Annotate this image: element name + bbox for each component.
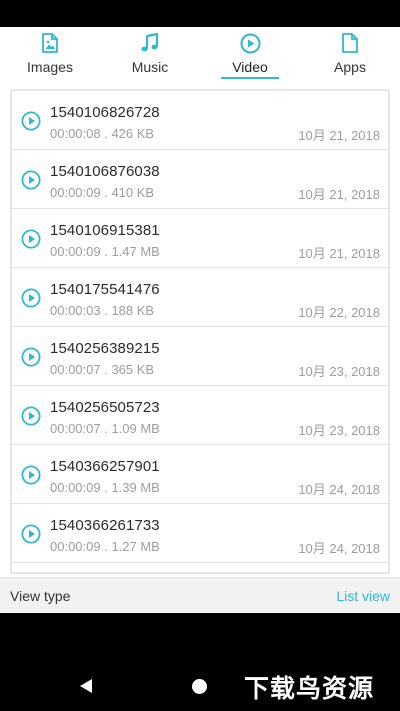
video-date: 10月 21, 2018 <box>298 246 380 261</box>
view-type-label: View type <box>10 588 71 604</box>
video-date: 10月 21, 2018 <box>298 187 380 202</box>
video-date: 10月 23, 2018 <box>298 364 380 379</box>
video-list-item[interactable]: 1540366257901 00:00:09 . 1.39 MB 10月 24,… <box>12 445 388 504</box>
video-list[interactable]: 1540106826728 00:00:08 . 426 KB 10月 21, … <box>12 91 388 572</box>
video-list-item[interactable]: 1540106826728 00:00:08 . 426 KB 10月 21, … <box>12 91 388 150</box>
tab-indicator <box>221 77 279 79</box>
tab-label: Images <box>27 59 73 75</box>
video-duration-size: 00:00:07 . 365 KB <box>50 362 155 377</box>
tab-label: Apps <box>334 59 366 75</box>
status-bar <box>0 0 400 27</box>
play-icon[interactable] <box>21 111 41 131</box>
navigation-bar: 下载鸟资源 <box>0 613 400 711</box>
video-date: 10月 21, 2018 <box>298 128 380 143</box>
video-name: 1540175541476 <box>50 281 160 298</box>
home-icon[interactable] <box>192 679 207 694</box>
back-icon[interactable] <box>80 679 92 693</box>
play-circle-icon <box>239 32 261 54</box>
video-duration-size: 00:00:09 . 1.39 MB <box>50 480 160 495</box>
document-icon <box>339 32 361 54</box>
video-name: 1540106915381 <box>50 222 160 239</box>
play-icon[interactable] <box>21 347 41 367</box>
category-tabs: Images Music Video Apps <box>0 27 400 83</box>
video-name: 1540106876038 <box>50 163 160 180</box>
video-duration-size: 00:00:08 . 426 KB <box>50 126 155 141</box>
video-list-item[interactable]: 1540106876038 00:00:09 . 410 KB 10月 21, … <box>12 150 388 209</box>
video-duration-size: 00:00:09 . 1.27 MB <box>50 539 160 554</box>
tab-images[interactable]: Images <box>0 27 100 83</box>
video-list-item[interactable]: 1540106915381 00:00:09 . 1.47 MB 10月 21,… <box>12 209 388 268</box>
tab-label: Music <box>131 59 169 75</box>
video-duration-size: 00:00:07 . 1.09 MB <box>50 421 160 436</box>
video-list-item[interactable]: 1540366261733 00:00:09 . 1.27 MB 10月 24,… <box>12 504 388 563</box>
play-icon[interactable] <box>21 229 41 249</box>
view-type-bar[interactable]: View type List view <box>0 577 400 613</box>
tab-music[interactable]: Music <box>100 27 200 83</box>
video-date: 10月 24, 2018 <box>298 541 380 556</box>
video-name: 1540106826728 <box>50 104 160 121</box>
play-icon[interactable] <box>21 406 41 426</box>
video-list-item[interactable]: 1540256389215 00:00:07 . 365 KB 10月 23, … <box>12 327 388 386</box>
music-note-icon <box>139 32 161 54</box>
video-name: 1540366261733 <box>50 517 160 534</box>
video-name: 1540256389215 <box>50 340 160 357</box>
play-icon[interactable] <box>21 170 41 190</box>
play-icon[interactable] <box>21 288 41 308</box>
tab-label: Video <box>232 59 268 75</box>
video-duration-size: 00:00:03 . 188 KB <box>50 303 155 318</box>
video-date: 10月 24, 2018 <box>298 482 380 497</box>
video-date: 10月 22, 2018 <box>298 305 380 320</box>
video-list-frame: 1540106826728 00:00:08 . 426 KB 10月 21, … <box>10 89 390 574</box>
play-icon[interactable] <box>21 524 41 544</box>
play-icon[interactable] <box>21 465 41 485</box>
watermark: 下载鸟资源 <box>244 674 375 703</box>
video-name: 1540366257901 <box>50 458 160 475</box>
video-duration-size: 00:00:09 . 1.47 MB <box>50 244 160 259</box>
tab-video[interactable]: Video <box>200 27 300 83</box>
view-type-value[interactable]: List view <box>336 588 390 604</box>
video-date: 10月 23, 2018 <box>298 423 380 438</box>
tab-apps[interactable]: Apps <box>300 27 400 83</box>
video-duration-size: 00:00:09 . 410 KB <box>50 185 155 200</box>
video-list-item[interactable]: 1540175541476 00:00:03 . 188 KB 10月 22, … <box>12 268 388 327</box>
image-file-icon <box>39 32 61 54</box>
video-name: 1540256505723 <box>50 399 160 416</box>
video-list-item[interactable]: 1540256505723 00:00:07 . 1.09 MB 10月 23,… <box>12 386 388 445</box>
